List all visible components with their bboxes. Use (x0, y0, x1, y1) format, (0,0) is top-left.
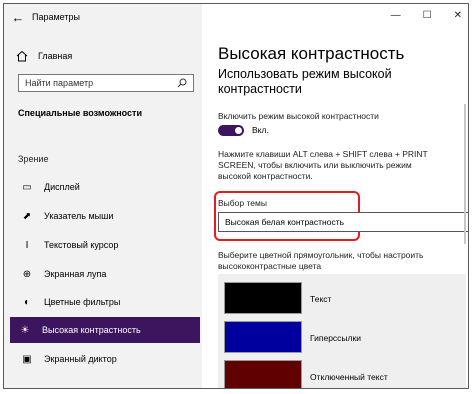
section-heading: Использовать режим высокой контрастности (218, 67, 392, 96)
sidebar-item-text-cursor[interactable]: Ι Текстовый курсор (12, 232, 202, 258)
toggle-knob (235, 127, 242, 134)
search-input[interactable]: Найти параметр (18, 74, 194, 92)
scrollbar[interactable] (464, 104, 466, 244)
swatch-label-disabled: Отключенный текст (310, 372, 388, 382)
minimize-icon[interactable]: — (391, 10, 401, 21)
home-label: Главная (38, 51, 73, 61)
contrast-icon: ☀ (20, 324, 30, 336)
app-title: Параметры (32, 12, 80, 22)
sidebar: ← Параметры Главная Найти параметр Специ… (4, 4, 202, 388)
sidebar-item-label: Дисплей (44, 182, 80, 192)
sidebar-item-mouse-pointer[interactable]: ⬈ Указатель мыши (12, 203, 202, 229)
settings-window: ← Параметры Главная Найти параметр Специ… (3, 3, 469, 389)
sidebar-item-label: Экранная лупа (44, 269, 107, 279)
disabled-text-color-swatch[interactable] (224, 360, 302, 388)
group-label-vision: Зрение (18, 154, 49, 164)
title-bar: ← Параметры (4, 4, 202, 30)
monitor-icon: ▭ (22, 181, 32, 193)
color-filter-icon: ◐ (23, 296, 31, 308)
page-title: Высокая контрастность (218, 44, 405, 63)
narrator-icon: ▣ (22, 353, 32, 365)
section-title: Специальные возможности (18, 108, 142, 118)
back-arrow-icon[interactable]: ← (4, 10, 32, 25)
theme-label: Выбор темы (218, 198, 267, 208)
maximize-icon[interactable]: ☐ (423, 10, 432, 21)
sidebar-item-high-contrast[interactable]: ☀ Высокая контрастность (10, 317, 200, 343)
search-placeholder: Найти параметр (25, 78, 94, 88)
high-contrast-toggle[interactable] (218, 125, 244, 136)
swatch-label-text: Текст (310, 294, 332, 304)
search-icon (177, 78, 187, 88)
sidebar-item-label: Высокая контрастность (42, 325, 141, 335)
main-content: — ☐ ✕ Высокая контрастность Использовать… (202, 4, 468, 388)
theme-dropdown[interactable]: Высокая белая контрастность (218, 212, 468, 232)
swatch-label-hyperlinks: Гиперссылки (310, 333, 361, 343)
toggle-state: Вкл. (252, 125, 269, 135)
sidebar-item-magnifier[interactable]: ⊕ Экранная лупа (12, 261, 202, 287)
sidebar-item-display[interactable]: ▭ Дисплей (12, 174, 202, 200)
mouse-pointer-icon: ⬈ (22, 210, 32, 222)
sidebar-item-label: Экранный диктор (44, 354, 117, 364)
theme-value: Высокая белая контрастность (225, 217, 345, 227)
sidebar-item-narrator[interactable]: ▣ Экранный диктор (12, 346, 202, 372)
magnifier-icon: ⊕ (22, 268, 32, 280)
home-icon (16, 50, 28, 62)
toggle-label: Включить режим высокой контрастности (218, 111, 379, 121)
hotkey-hint: Нажмите клавиши ALT слева + SHIFT слева … (218, 149, 428, 181)
text-color-swatch[interactable] (224, 282, 302, 314)
color-swatch-panel: Текст Гиперссылки Отключенный текст (218, 274, 466, 388)
sidebar-item-label: Указатель мыши (44, 211, 114, 221)
close-icon[interactable]: ✕ (454, 10, 462, 21)
sidebar-item-home[interactable]: Главная (16, 50, 72, 62)
color-hint: Выберите цветной прямоугольник, чтобы на… (218, 250, 424, 271)
sidebar-item-label: Цветные фильтры (44, 297, 121, 307)
window-controls: — ☐ ✕ (391, 10, 462, 21)
text-cursor-icon: Ι (25, 239, 29, 251)
hyperlink-color-swatch[interactable] (224, 321, 302, 353)
sidebar-item-label: Текстовый курсор (44, 240, 119, 250)
sidebar-item-color-filters[interactable]: ◐ Цветные фильтры (12, 289, 202, 315)
